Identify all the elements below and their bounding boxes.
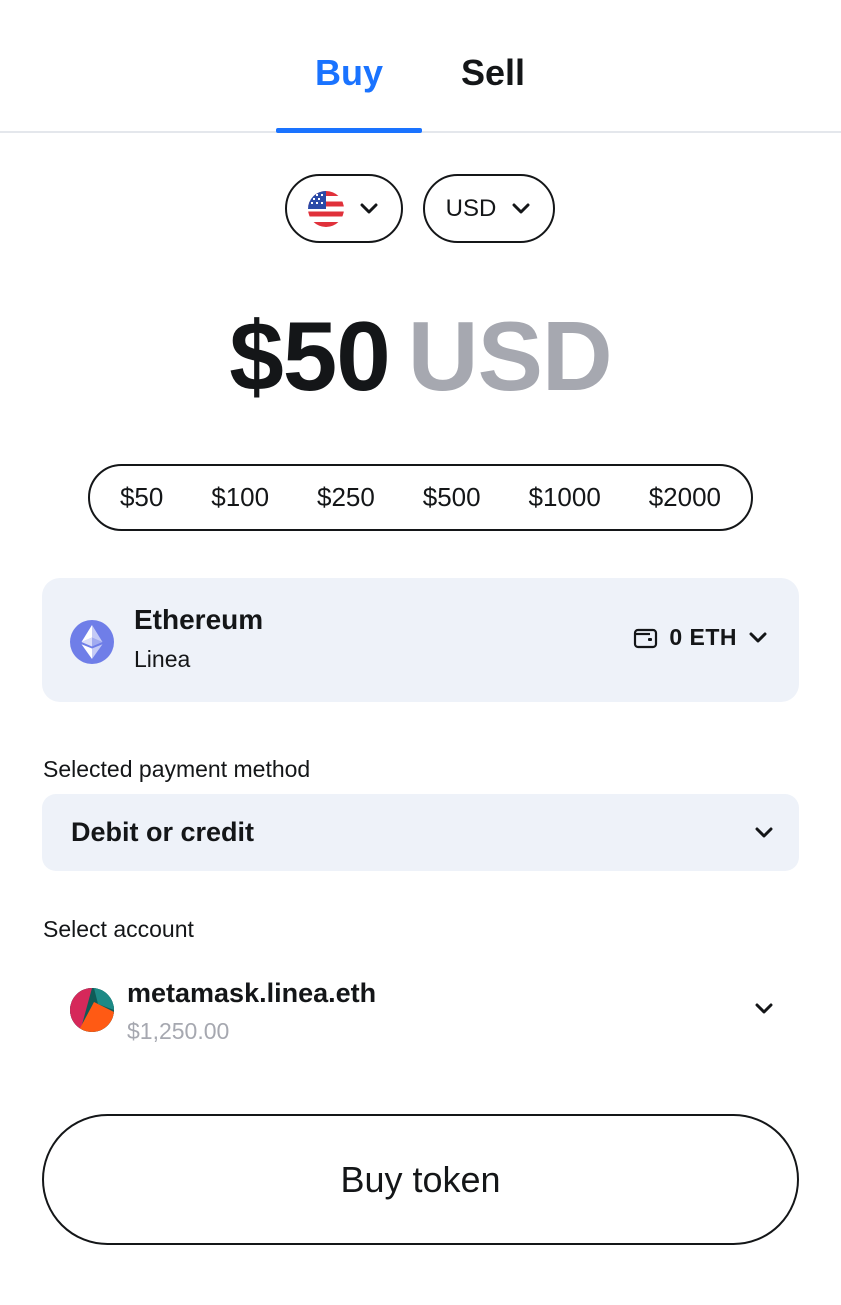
token-selector[interactable]: Ethereum Linea 0 ETH	[42, 578, 799, 702]
token-name: Ethereum	[134, 604, 264, 635]
ethereum-icon	[70, 620, 114, 664]
amount-currency: USD	[407, 301, 613, 411]
quick-amount-2000[interactable]: $2000	[645, 478, 725, 517]
account-name: metamask.linea.eth	[127, 978, 377, 1008]
quick-amount-500[interactable]: $500	[419, 478, 485, 517]
payment-method-label: Selected payment method	[43, 756, 311, 782]
amount-display[interactable]: $50 USD	[0, 300, 841, 413]
chevron-down-icon	[358, 198, 380, 220]
tab-sell[interactable]: Sell	[440, 52, 546, 112]
token-balance-value: 0 ETH	[669, 624, 737, 650]
account-balance: $1,250.00	[127, 1018, 230, 1044]
chevron-down-icon	[753, 998, 775, 1020]
account-avatar	[70, 988, 114, 1032]
quick-amount-250[interactable]: $250	[313, 478, 379, 517]
currency-label: USD	[445, 194, 497, 222]
tab-buy[interactable]: Buy	[276, 52, 422, 112]
quick-amount-100[interactable]: $100	[207, 478, 273, 517]
tab-bar: Buy Sell	[0, 0, 841, 133]
us-flag-icon	[308, 190, 344, 227]
chevron-down-icon	[510, 198, 532, 220]
account-selector[interactable]: metamask.linea.eth $1,250.00	[42, 970, 799, 1050]
token-network: Linea	[134, 646, 191, 672]
chevron-down-icon	[753, 822, 775, 844]
region-selector[interactable]	[285, 174, 403, 243]
quick-amount-1000[interactable]: $1000	[525, 478, 605, 517]
payment-method-select[interactable]: Debit or credit	[42, 794, 799, 871]
wallet-icon	[633, 626, 659, 650]
select-account-label: Select account	[43, 916, 194, 942]
amount-value: $50	[229, 301, 391, 411]
active-tab-indicator	[276, 128, 422, 133]
quick-amount-selector: $50 $100 $250 $500 $1000 $2000	[88, 464, 753, 531]
quick-amount-50[interactable]: $50	[116, 478, 167, 517]
currency-selector[interactable]: USD	[423, 174, 555, 243]
token-balance: 0 ETH	[633, 624, 769, 651]
buy-token-button[interactable]: Buy token	[42, 1114, 799, 1245]
payment-method-value: Debit or credit	[71, 817, 255, 847]
chevron-down-icon	[747, 627, 769, 649]
